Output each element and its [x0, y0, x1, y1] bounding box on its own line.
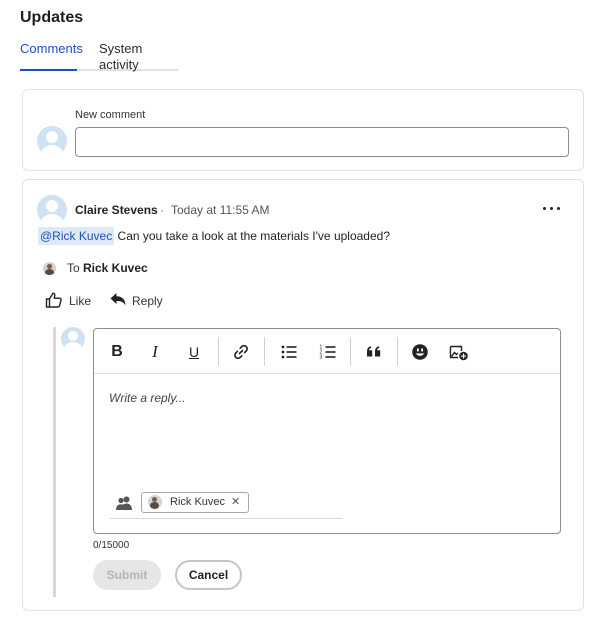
editor-toolbar: B I U 1 2 3 — [94, 329, 560, 374]
comment-text: Can you take a look at the materials I'v… — [114, 229, 390, 243]
thread-line — [53, 327, 56, 597]
emoji-icon — [412, 344, 428, 360]
tab-comments[interactable]: Comments — [20, 41, 83, 71]
people-icon — [116, 496, 132, 510]
numbered-list-icon: 1 2 3 — [320, 345, 336, 361]
reply-label: Reply — [132, 294, 163, 308]
recipient-name: Rick Kuvec — [83, 261, 148, 275]
thumbs-up-icon — [45, 292, 62, 308]
author-avatar — [37, 195, 67, 225]
more-options-button[interactable] — [543, 202, 561, 216]
insert-image-button[interactable] — [447, 340, 471, 364]
reply-avatar — [61, 327, 85, 351]
recipient-chip-avatar — [148, 495, 162, 509]
toolbar-divider — [350, 337, 351, 366]
svg-text:3: 3 — [320, 355, 323, 361]
tab-bar: Comments System activity — [20, 41, 178, 72]
more-dot — [550, 207, 554, 211]
bold-button[interactable]: B — [105, 340, 129, 364]
avatar — [37, 126, 67, 156]
quote-icon — [367, 346, 381, 357]
more-horizontal-icon — [543, 207, 547, 211]
more-dot — [557, 207, 561, 211]
cancel-button[interactable]: Cancel — [175, 560, 242, 590]
submit-button[interactable]: Submit — [93, 560, 161, 590]
comment-thread-card: Claire Stevens · Today at 11:55 AM @Rick… — [22, 179, 584, 611]
new-comment-card: New comment — [22, 89, 584, 171]
recipient-avatar — [43, 262, 56, 275]
underline-button[interactable]: U — [182, 340, 206, 364]
reply-textarea[interactable] — [109, 391, 549, 481]
italic-button[interactable]: I — [143, 340, 167, 364]
character-counter: 0/15000 — [93, 540, 130, 551]
comment-timestamp: Today at 11:55 AM — [171, 203, 270, 217]
to-prefix: To — [67, 261, 80, 275]
tab-system-activity[interactable]: System activity — [99, 41, 178, 72]
comment-body: @Rick Kuvec Can you take a look at the m… — [38, 227, 390, 245]
add-image-icon — [449, 345, 468, 361]
numbered-list-button[interactable]: 1 2 3 — [316, 340, 340, 364]
reply-editor: B I U 1 2 3 Write a reply... Rick Kuvec … — [93, 328, 561, 534]
recipient-chip[interactable]: Rick Kuvec ✕ — [141, 492, 250, 513]
bullet-list-icon — [281, 345, 297, 359]
emoji-button[interactable] — [408, 340, 432, 364]
new-comment-input[interactable] — [75, 127, 569, 157]
link-icon — [234, 344, 248, 360]
quote-button[interactable] — [362, 340, 386, 364]
remove-recipient-icon[interactable]: ✕ — [231, 496, 240, 508]
link-button[interactable] — [229, 340, 253, 364]
toolbar-divider — [264, 337, 265, 366]
recipient-chip-label: Rick Kuvec — [170, 496, 226, 508]
new-comment-label: New comment — [75, 109, 146, 121]
toolbar-divider — [397, 337, 398, 366]
mention-tag[interactable]: @Rick Kuvec — [38, 227, 115, 245]
page-title: Updates — [20, 9, 84, 26]
bullet-list-button[interactable] — [277, 340, 301, 364]
recipient-field[interactable]: Rick Kuvec ✕ — [110, 489, 342, 519]
reply-arrow-icon — [110, 293, 126, 306]
separator-dot: · — [160, 203, 164, 217]
comment-author: Claire Stevens — [75, 203, 158, 217]
like-label: Like — [69, 294, 92, 308]
toolbar-divider — [218, 337, 219, 366]
